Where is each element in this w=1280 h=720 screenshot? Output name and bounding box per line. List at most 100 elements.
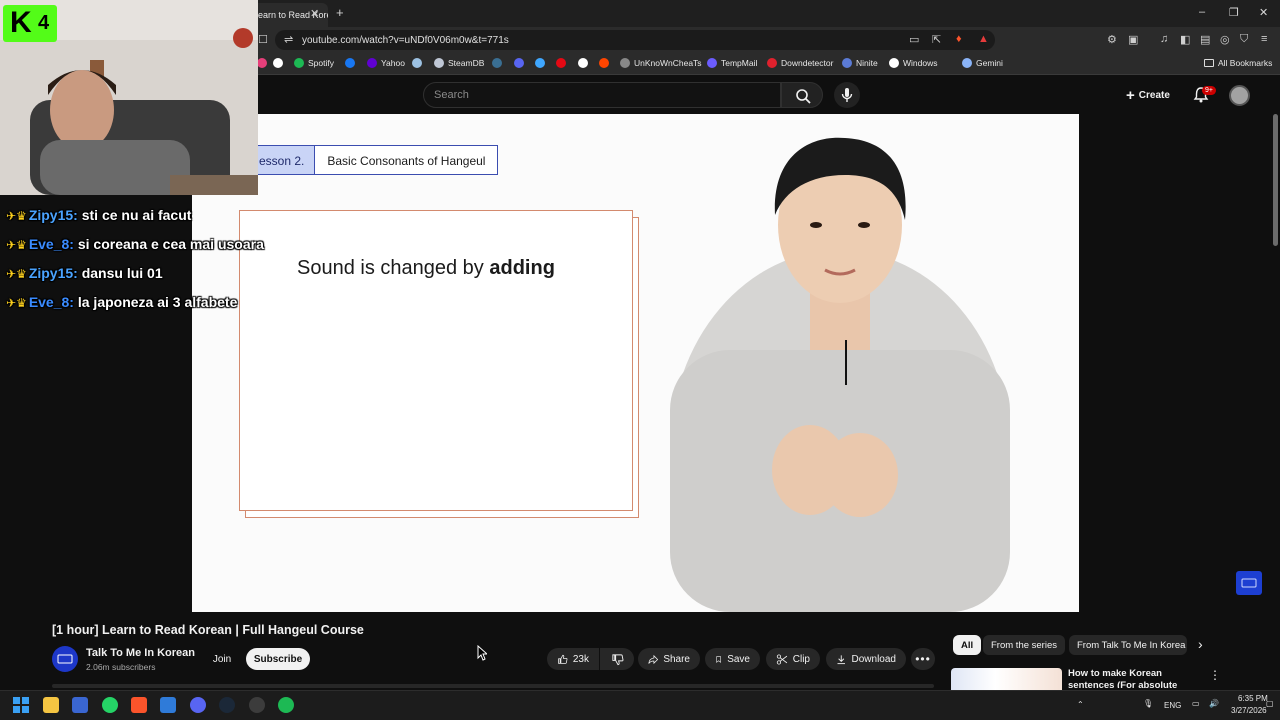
brave-browser-icon[interactable] [131,697,147,713]
bookmark-label: Yahoo [381,58,405,68]
chat-message: ✈♛ Zipy15: sti ce nu ai facut [6,207,191,223]
microphone-tray-icon[interactable]: 🎙 [1143,699,1153,708]
account-avatar[interactable] [1229,85,1250,106]
search-input[interactable] [423,82,781,108]
bookmark-favicon-icon [273,58,283,68]
restore-button[interactable]: ❐ [1229,6,1239,19]
bookmark-item[interactable] [492,58,506,68]
bookmark-item[interactable]: SteamDB [434,58,484,68]
cast-icon[interactable]: ▭ [909,33,919,46]
new-tab-button[interactable]: + [336,5,344,20]
spotify-icon[interactable] [278,697,294,713]
chip-from-series[interactable]: From the series [983,635,1065,655]
bookmark-item[interactable]: TempMail [707,58,757,68]
bookmark-page-icon[interactable]: ☐ [258,33,268,46]
share-label: Share [663,653,690,665]
recommendation-thumbnail[interactable] [951,668,1062,690]
screen: earn to Read Korean ✕ + – ❐ ✕ ☐ ⇌ youtub… [0,0,1280,720]
bookmark-item[interactable] [578,58,592,68]
bookmark-item[interactable]: Downdetector [767,58,833,68]
page-scrollbar[interactable] [1273,114,1278,246]
channel-name[interactable]: Talk To Me In Korean [86,647,195,659]
language-indicator[interactable]: ENG [1164,701,1181,710]
url-text[interactable]: youtube.com/watch?v=uNDf0V06m0w&t=771s [302,35,509,46]
bookmark-item[interactable]: Ninite [842,58,878,68]
store-icon[interactable] [72,697,88,713]
description-box-edge [52,684,934,688]
bookmark-label: Windows [903,58,938,68]
photos-icon[interactable] [160,697,176,713]
media-icon[interactable]: ♫ [1160,33,1168,45]
bookmark-item[interactable]: Gemini [962,58,1003,68]
sidebar-icon[interactable]: ◧ [1180,33,1190,46]
steam-icon[interactable] [219,697,235,713]
bookmark-favicon-icon [367,58,377,68]
bookmark-item[interactable] [514,58,528,68]
close-window-button[interactable]: ✕ [1259,6,1268,19]
folder-icon [1204,59,1214,67]
tray-overflow-icon[interactable]: ⌃ [1077,700,1084,709]
overlay-logo-number: 4 [38,12,50,34]
download-button[interactable]: Download [826,648,906,670]
bookmark-item[interactable] [273,58,287,68]
chat-text: sti ce nu ai facut [81,207,192,223]
bookmark-item[interactable]: Windows [889,58,937,68]
more-vertical-icon[interactable]: ⋮ [1209,668,1221,682]
obs-icon[interactable] [249,697,265,713]
like-button[interactable]: 23k [547,648,599,670]
wallet-icon[interactable]: ▤ [1200,33,1210,46]
search-button[interactable] [781,82,823,108]
create-button[interactable]: + Create [1122,84,1178,106]
site-info-icon[interactable]: ⇌ [284,33,293,46]
recommendation-title[interactable]: How to make Korean sentences (For absolu… [1068,668,1208,688]
extensions-icon[interactable]: ⚙ [1107,33,1117,46]
keyboard-shortcut-button[interactable] [1236,571,1262,595]
bookmark-item[interactable] [556,58,570,68]
chat-text: si coreana e cea mai usoara [77,236,264,252]
share-page-icon[interactable]: ⇱ [932,33,941,46]
file-explorer-icon[interactable] [43,697,59,713]
bookmark-item[interactable] [535,58,549,68]
discord-icon[interactable] [190,697,206,713]
bookmark-item[interactable] [345,58,359,68]
dislike-button[interactable] [600,648,634,670]
bookmark-item[interactable] [599,58,613,68]
voice-search-button[interactable] [834,82,860,108]
scissors-icon [776,653,788,665]
shield-icon[interactable]: ⛉ [1240,33,1248,46]
chevron-right-icon[interactable]: › [1198,636,1203,652]
bookmark-item[interactable]: UnKnoWnCheaTs [620,58,702,68]
clock-date[interactable]: 3/27/2026 [1231,706,1267,715]
menu-icon[interactable]: ≡ [1261,33,1267,45]
share-button[interactable]: Share [638,648,700,670]
screenshot-icon[interactable]: ▣ [1128,33,1138,46]
all-bookmarks[interactable]: All Bookmarks [1204,58,1272,68]
minimize-button[interactable]: – [1199,6,1205,18]
bookmark-item[interactable]: Yahoo [367,58,405,68]
whatsapp-icon[interactable] [102,697,118,713]
volume-icon[interactable]: 🔊 [1209,699,1219,708]
network-icon[interactable]: ▭ [1192,699,1200,708]
brave-shield-icon[interactable]: ♦ [956,33,962,45]
chat-username: Zipy15: [28,265,78,281]
bookmark-item[interactable] [257,58,271,68]
clock-time[interactable]: 6:35 PM [1238,694,1268,703]
clip-button[interactable]: Clip [766,648,820,670]
windows-start-icon[interactable] [13,697,29,713]
chip-all[interactable]: All [953,635,982,655]
vpn-icon[interactable]: ◎ [1220,33,1230,46]
subscribe-button[interactable]: Subscribe [246,648,310,670]
channel-avatar[interactable] [52,646,78,672]
join-button[interactable]: Join [207,648,237,670]
chip-from-channel[interactable]: From Talk To Me In Korea [1069,635,1187,655]
bookmark-item[interactable]: Spotify [294,58,334,68]
bookmark-label: Spotify [308,58,334,68]
brave-rewards-icon[interactable]: ▲ [978,33,989,45]
notification-center-icon[interactable]: ▢ [1266,699,1274,708]
bookmark-item[interactable] [412,58,426,68]
card-text-regular: Sound is changed by [297,257,490,279]
more-actions-button[interactable]: ••• [911,648,935,670]
chat-badges-icon: ✈♛ [6,296,27,310]
save-button[interactable]: Save [705,648,760,670]
tab-close-icon[interactable]: ✕ [310,7,319,20]
